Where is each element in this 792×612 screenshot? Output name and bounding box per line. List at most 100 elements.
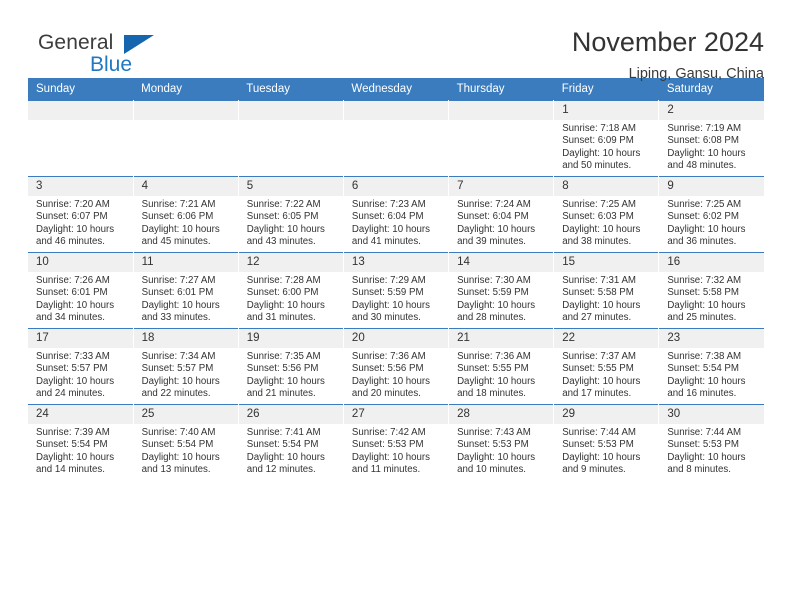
calendar-day-cell[interactable]: 2 Sunrise: 7:19 AM Sunset: 6:08 PM Daylight… (658, 100, 764, 177)
day-number: 17 (28, 329, 133, 348)
daylight-text: Daylight: 10 hours and 33 minutes. (141, 299, 220, 324)
calendar-day-cell[interactable]: 29 Sunrise: 7:44 AM Sunset: 5:53 PM Dayligh… (553, 404, 660, 480)
day-details: Sunrise: 7:20 AM Sunset: 6:07 PM Daylight:… (28, 196, 133, 249)
day-number: 4 (133, 177, 238, 196)
daylight-text: Daylight: 10 hours and 17 minutes. (562, 375, 641, 400)
sunset-text: Sunset: 6:01 PM (141, 287, 214, 299)
daylight-text: Daylight: 10 hours and 30 minutes. (351, 299, 431, 324)
calendar-day-cell[interactable]: 23 Sunrise: 7:38 AM Sunset: 5:54 PM Dayligh… (658, 328, 764, 405)
day-details: Sunrise: 7:31 AM Sunset: 5:58 PM Daylight:… (554, 272, 658, 325)
sunset-text: Sunset: 5:57 PM (36, 363, 108, 375)
day-details: Sunrise: 7:43 AM Sunset: 5:53 PM Daylight:… (449, 424, 553, 477)
day-details: Sunrise: 7:25 AM Sunset: 6:02 PM Daylight:… (659, 196, 764, 249)
daylight-text: Daylight: 10 hours and 10 minutes. (457, 451, 536, 476)
daylight-text: Daylight: 10 hours and 18 minutes. (457, 375, 536, 400)
day-details: Sunrise: 7:23 AM Sunset: 6:04 PM Daylight:… (344, 196, 448, 249)
calendar-day-cell[interactable]: 9 Sunrise: 7:25 AM Sunset: 6:02 PM Daylight… (658, 176, 764, 253)
sunrise-text: Sunrise: 7:35 AM (246, 351, 321, 362)
sunrise-text: Sunrise: 7:36 AM (351, 351, 426, 362)
location-subtitle: Liping, Gansu, China (628, 65, 764, 82)
day-number (238, 101, 343, 120)
day-number: 19 (238, 329, 343, 348)
calendar-day-cell[interactable]: 22 Sunrise: 7:37 AM Sunset: 5:55 PM Dayligh… (553, 328, 660, 405)
daylight-text: Daylight: 10 hours and 36 minutes. (667, 223, 746, 248)
sunrise-text: Sunrise: 7:33 AM (36, 351, 110, 362)
sunrise-text: Sunrise: 7:25 AM (562, 199, 636, 210)
sunrise-text: Sunrise: 7:32 AM (667, 275, 742, 286)
calendar-day-cell[interactable]: 8 Sunrise: 7:25 AM Sunset: 6:03 PM Daylight… (553, 176, 660, 253)
calendar-day-cell[interactable]: 30 Sunrise: 7:44 AM Sunset: 5:53 PM Dayligh… (658, 404, 764, 480)
calendar-day-cell[interactable]: 13 Sunrise: 7:29 AM Sunset: 5:59 PM Dayligh… (343, 252, 450, 329)
day-number (133, 101, 238, 120)
day-details: Sunrise: 7:44 AM Sunset: 5:53 PM Daylight:… (554, 424, 658, 477)
calendar-day-cell[interactable]: 25 Sunrise: 7:40 AM Sunset: 5:54 PM Dayligh… (133, 404, 239, 480)
day-number: 5 (238, 177, 343, 196)
sunset-text: Sunset: 5:54 PM (246, 439, 319, 451)
daylight-text: Daylight: 10 hours and 16 minutes. (667, 375, 746, 400)
daylight-text: Daylight: 10 hours and 11 minutes. (351, 451, 431, 476)
calendar-day-cell[interactable]: 17 Sunrise: 7:33 AM Sunset: 5:57 PM Dayligh… (28, 328, 134, 405)
calendar-day-cell[interactable]: 18 Sunrise: 7:34 AM Sunset: 5:57 PM Dayligh… (133, 328, 239, 405)
weekday-header-thursday: Thursday (448, 78, 554, 101)
sunrise-text: Sunrise: 7:44 AM (562, 427, 636, 438)
daylight-text: Daylight: 10 hours and 50 minutes. (562, 147, 641, 172)
calendar-day-cell[interactable]: 12 Sunrise: 7:28 AM Sunset: 6:00 PM Dayligh… (238, 252, 344, 329)
weekday-header-wednesday: Wednesday (343, 78, 449, 101)
sunset-text: Sunset: 6:04 PM (457, 211, 529, 223)
day-details: Sunrise: 7:39 AM Sunset: 5:54 PM Daylight:… (28, 424, 133, 477)
sunset-text: Sunset: 5:57 PM (141, 363, 214, 375)
sunrise-text: Sunrise: 7:19 AM (667, 123, 742, 134)
brand-logo[interactable]: General Blue (28, 26, 168, 82)
sunrise-text: Sunrise: 7:31 AM (562, 275, 636, 286)
sunset-text: Sunset: 5:54 PM (36, 439, 108, 451)
sunrise-text: Sunrise: 7:38 AM (667, 351, 742, 362)
sunset-text: Sunset: 5:53 PM (351, 439, 424, 451)
calendar-day-cell[interactable]: 7 Sunrise: 7:24 AM Sunset: 6:04 PM Daylight… (448, 176, 555, 253)
calendar-day-cell[interactable]: 19 Sunrise: 7:35 AM Sunset: 5:56 PM Dayligh… (238, 328, 344, 405)
day-number: 12 (238, 253, 343, 272)
calendar-day-cell[interactable]: 4 Sunrise: 7:21 AM Sunset: 6:06 PM Daylight… (133, 176, 239, 253)
sunrise-text: Sunrise: 7:26 AM (36, 275, 110, 286)
calendar-day-cell[interactable]: 5 Sunrise: 7:22 AM Sunset: 6:05 PM Daylight… (238, 176, 344, 253)
calendar-day-cell[interactable]: 27 Sunrise: 7:42 AM Sunset: 5:53 PM Dayligh… (343, 404, 450, 480)
day-details: Sunrise: 7:34 AM Sunset: 5:57 PM Daylight:… (134, 348, 238, 401)
sunset-text: Sunset: 6:09 PM (562, 135, 634, 147)
sunrise-text: Sunrise: 7:44 AM (667, 427, 742, 438)
sunset-text: Sunset: 6:04 PM (351, 211, 424, 223)
day-number: 30 (659, 405, 764, 424)
day-number: 29 (554, 405, 659, 424)
calendar-day-cell[interactable]: 24 Sunrise: 7:39 AM Sunset: 5:54 PM Dayligh… (28, 404, 134, 480)
calendar-day-cell[interactable]: 28 Sunrise: 7:43 AM Sunset: 5:53 PM Dayligh… (448, 404, 555, 480)
calendar-body: 1 Sunrise: 7:18 AM Sunset: 6:09 PM Daylight… (28, 100, 764, 480)
daylight-text: Daylight: 10 hours and 13 minutes. (141, 451, 220, 476)
sunrise-text: Sunrise: 7:27 AM (141, 275, 216, 286)
calendar-day-cell-empty (28, 100, 134, 177)
daylight-text: Daylight: 10 hours and 38 minutes. (562, 223, 641, 248)
day-number: 10 (28, 253, 133, 272)
sunrise-text: Sunrise: 7:25 AM (667, 199, 742, 210)
sunrise-text: Sunrise: 7:21 AM (141, 199, 216, 210)
day-details: Sunrise: 7:32 AM Sunset: 5:58 PM Daylight:… (659, 272, 764, 325)
day-details: Sunrise: 7:41 AM Sunset: 5:54 PM Daylight:… (239, 424, 343, 477)
sunset-text: Sunset: 5:55 PM (457, 363, 529, 375)
calendar-day-cell[interactable]: 3 Sunrise: 7:20 AM Sunset: 6:07 PM Daylight… (28, 176, 134, 253)
calendar-day-cell[interactable]: 10 Sunrise: 7:26 AM Sunset: 6:01 PM Dayligh… (28, 252, 134, 329)
calendar-day-cell[interactable]: 1 Sunrise: 7:18 AM Sunset: 6:09 PM Daylight… (553, 100, 660, 177)
calendar-day-cell[interactable]: 26 Sunrise: 7:41 AM Sunset: 5:54 PM Dayligh… (238, 404, 344, 480)
sunset-text: Sunset: 6:05 PM (246, 211, 319, 223)
sunset-text: Sunset: 5:56 PM (246, 363, 319, 375)
sunset-text: Sunset: 6:00 PM (246, 287, 319, 299)
day-number: 23 (659, 329, 764, 348)
calendar-day-cell[interactable]: 21 Sunrise: 7:36 AM Sunset: 5:55 PM Dayligh… (448, 328, 555, 405)
sunset-text: Sunset: 5:53 PM (667, 439, 739, 451)
calendar-day-cell[interactable]: 15 Sunrise: 7:31 AM Sunset: 5:58 PM Dayligh… (553, 252, 660, 329)
calendar-day-cell[interactable]: 11 Sunrise: 7:27 AM Sunset: 6:01 PM Dayligh… (133, 252, 239, 329)
calendar-day-cell[interactable]: 20 Sunrise: 7:36 AM Sunset: 5:56 PM Dayligh… (343, 328, 450, 405)
calendar-day-cell[interactable]: 6 Sunrise: 7:23 AM Sunset: 6:04 PM Daylight… (343, 176, 450, 253)
calendar-day-cell[interactable]: 16 Sunrise: 7:32 AM Sunset: 5:58 PM Dayligh… (658, 252, 764, 329)
daylight-text: Daylight: 10 hours and 46 minutes. (36, 223, 115, 248)
sunset-text: Sunset: 6:07 PM (36, 211, 108, 223)
calendar-day-cell[interactable]: 14 Sunrise: 7:30 AM Sunset: 5:59 PM Dayligh… (448, 252, 555, 329)
day-details: Sunrise: 7:27 AM Sunset: 6:01 PM Daylight:… (134, 272, 238, 325)
daylight-text: Daylight: 10 hours and 28 minutes. (457, 299, 536, 324)
